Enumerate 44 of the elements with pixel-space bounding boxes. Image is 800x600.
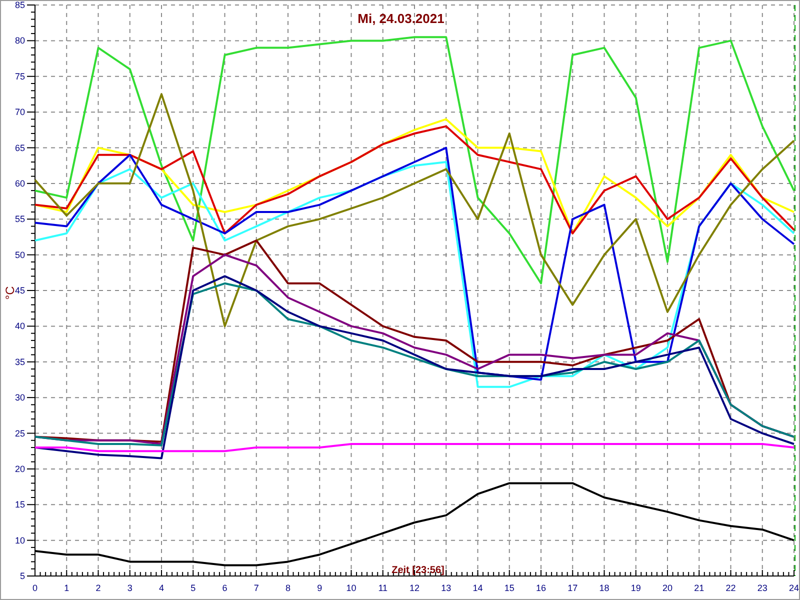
y-tick-label: 55 [14,214,25,224]
x-tick-label: 15 [504,583,514,593]
y-tick-label: 35 [14,356,25,367]
x-tick-label: 9 [317,583,322,593]
x-tick-label: 19 [630,583,641,593]
y-tick-label: 80 [14,36,25,46]
y-tick-label: 10 [14,535,25,546]
chart-title: Mi, 24.03.2021 [358,11,444,26]
x-tick-label: 23 [757,583,768,593]
x-axis-label: Zeit [23:56] [392,565,444,576]
x-tick-label: 0 [32,583,38,593]
x-tick-label: 24 [789,583,799,593]
x-tick-label: 5 [190,583,196,593]
x-tick-label: 2 [96,583,101,593]
x-tick-label: 16 [536,583,546,593]
y-tick-label: 45 [14,286,25,296]
x-tick-label: 12 [410,583,420,593]
x-tick-label: 10 [346,583,356,593]
y-tick-label: 65 [14,142,25,153]
y-tick-label: 50 [14,250,25,260]
y-tick-label: 75 [14,71,25,82]
x-tick-label: 8 [286,583,290,593]
x-tick-label: 11 [378,583,388,593]
x-tick-label: 1 [64,583,70,593]
x-tick-label: 14 [472,583,483,593]
y-tick-label: 85 [14,1,25,10]
x-tick-label: 3 [127,583,132,593]
y-tick-label: 70 [14,107,25,118]
x-tick-label: 18 [599,583,610,593]
x-tick-label: 6 [222,583,228,593]
x-tick-label: 22 [726,583,736,593]
x-tick-label: 17 [568,583,578,593]
y-tick-label: 20 [14,464,25,474]
x-tick-label: 21 [694,583,704,593]
y-tick-label: 60 [14,178,25,188]
y-tick-label: 30 [14,392,25,403]
y-tick-label: 40 [14,321,25,332]
y-tick-label: 15 [14,500,25,510]
x-tick-label: 4 [159,583,164,593]
x-tick-label: 7 [254,583,259,593]
y-tick-label: 5 [20,571,25,581]
y-tick-label: 25 [14,428,25,438]
x-tick-label: 20 [662,583,672,593]
x-tick-label: 13 [441,583,452,593]
